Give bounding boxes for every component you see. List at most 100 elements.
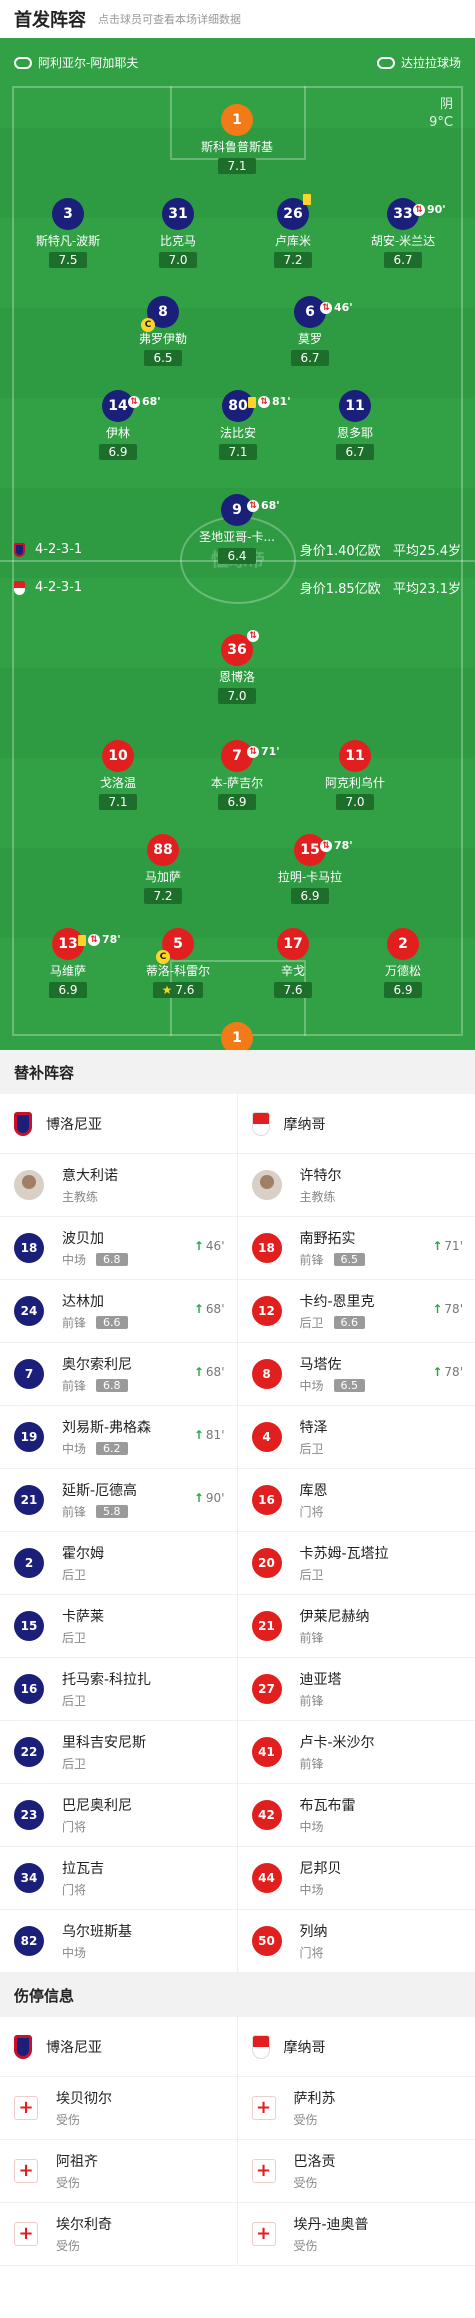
- sub-player-row[interactable]: 18 南野拓实 前锋 6.5 ↑ 71': [237, 1217, 475, 1280]
- sub-player-rating: 5.8: [96, 1505, 128, 1518]
- away-player[interactable]: 10 戈洛温 7.1: [58, 740, 178, 810]
- sub-number-badge: 16: [251, 1485, 282, 1515]
- home-player[interactable]: 1 斯科鲁普斯基 7.1: [177, 104, 297, 174]
- sub-player-row[interactable]: 50 列纳 门将: [237, 1910, 475, 1973]
- sub-player-meta: 门将: [62, 1881, 223, 1898]
- home-player[interactable]: 8 C 弗罗伊勒 6.5: [103, 296, 223, 366]
- sub-player-row[interactable]: 2 霍尔姆 后卫: [0, 1532, 237, 1595]
- injury-row[interactable]: + 埃尔利奇 受伤: [0, 2203, 237, 2266]
- sub-player-position: 门将: [62, 1820, 87, 1834]
- sub-player-meta: 后卫: [300, 1440, 462, 1457]
- sub-player-row[interactable]: 22 里科吉安尼斯 后卫: [0, 1721, 237, 1784]
- sub-player-meta: 中场 6.2: [62, 1440, 223, 1457]
- sub-player-row[interactable]: 21 伊莱尼赫纳 前锋: [237, 1595, 475, 1658]
- player-number-badge: 15 ⇅ 78': [294, 834, 353, 866]
- sub-player-row[interactable]: 4 特泽 后卫: [237, 1406, 475, 1469]
- captain-icon: C: [156, 950, 170, 964]
- sub-player-row[interactable]: 15 卡萨莱 后卫: [0, 1595, 237, 1658]
- sub-player-row[interactable]: 18 波贝加 中场 6.8 ↑ 46': [0, 1217, 237, 1280]
- away-team-row[interactable]: 摩纳哥: [237, 1094, 475, 1154]
- sub-player-name: 列纳: [299, 1924, 328, 1940]
- player-rating: 6.7: [336, 444, 374, 460]
- home-player[interactable]: 33 ⇅ 90' 胡安-米兰达 6.7: [343, 198, 463, 268]
- medical-cross-icon: +: [251, 2096, 276, 2120]
- away-player[interactable]: 13 ⇅ 78' 马维萨 6.9: [8, 928, 128, 998]
- whistle-icon: [14, 57, 32, 69]
- sub-player-position: 中场: [62, 1946, 87, 1960]
- sub-player-row[interactable]: 42 布瓦布雷 中场: [237, 1784, 475, 1847]
- home-player[interactable]: 26 卢库米 7.2: [233, 194, 353, 268]
- player-rating-value: 7.6: [175, 983, 195, 997]
- lineup-header: 首发阵容 点击球员可查看本场详细数据: [0, 0, 475, 38]
- away-injury-team-row[interactable]: 摩纳哥: [237, 2017, 475, 2077]
- home-player[interactable]: 11 恩多耶 6.7: [295, 390, 415, 460]
- sub-player-meta: 中场 6.8: [62, 1251, 223, 1268]
- sub-player-row[interactable]: 16 托马索-科拉扎 后卫: [0, 1658, 237, 1721]
- injury-row[interactable]: + 巴洛贡 受伤: [237, 2140, 475, 2203]
- sub-player-row[interactable]: 16 库恩 门将: [237, 1469, 475, 1532]
- player-name: 胡安-米兰达: [370, 234, 436, 248]
- away-value: 身价1.85亿欧: [299, 582, 381, 597]
- player-rating: 7.5: [49, 252, 87, 268]
- home-player[interactable]: 31 比克马 7.0: [118, 198, 238, 268]
- star-icon: ★: [161, 983, 173, 997]
- injury-row[interactable]: + 萨利苏 受伤: [237, 2077, 475, 2140]
- away-player[interactable]: 17 辛戈 7.6: [233, 928, 353, 998]
- sub-player-row[interactable]: 24 达林加 前锋 6.6 ↑ 68': [0, 1280, 237, 1343]
- sub-player-row[interactable]: 19 刘易斯-弗格森 中场 6.2 ↑ 81': [0, 1406, 237, 1469]
- away-player[interactable]: 36 ⇅ 恩博洛 7.0: [177, 630, 297, 704]
- substitution-icon: ⇅: [247, 500, 259, 512]
- away-coach-row[interactable]: 许特尔 主教练: [237, 1154, 475, 1217]
- away-player[interactable]: 11 阿克利乌什 7.0: [295, 740, 415, 810]
- sub-player-row[interactable]: 27 迪亚塔 前锋: [237, 1658, 475, 1721]
- sub-player-row[interactable]: 7 奥尔索利尼 前锋 6.8 ↑ 68': [0, 1343, 237, 1406]
- sub-player-meta: 门将: [62, 1818, 223, 1835]
- player-rating: 7.0: [336, 794, 374, 810]
- sub-player-row[interactable]: 8 马塔佐 中场 6.5 ↑ 78': [237, 1343, 475, 1406]
- player-name: 阿克利乌什: [324, 776, 385, 790]
- home-coach-row[interactable]: 意大利诺 主教练: [0, 1154, 237, 1217]
- player-rating-value: 6.9: [58, 983, 78, 997]
- away-player[interactable]: 15 ⇅ 78' 拉明-卡马拉 6.9: [250, 834, 370, 904]
- sub-player-row[interactable]: 21 延斯-厄德高 前锋 5.8 ↑ 90': [0, 1469, 237, 1532]
- player-rating-value: 6.9: [393, 983, 413, 997]
- sub-player-row[interactable]: 20 卡苏姆-瓦塔拉 后卫: [237, 1532, 475, 1595]
- medical-cross-icon: +: [251, 2159, 276, 2183]
- home-player[interactable]: 3 斯特凡-波斯 7.5: [8, 198, 128, 268]
- sub-player-row[interactable]: 34 拉瓦吉 门将: [0, 1847, 237, 1910]
- player-rating: 7.2: [144, 888, 182, 904]
- home-player[interactable]: 14 ⇅ 68' 伊林 6.9: [58, 390, 178, 460]
- injury-row[interactable]: + 阿祖齐 受伤: [0, 2140, 237, 2203]
- away-player[interactable]: 7 ⇅ 71' 本-萨吉尔 6.9: [177, 740, 297, 810]
- sub-player-row[interactable]: 12 卡约-恩里克 后卫 6.6 ↑ 78': [237, 1280, 475, 1343]
- monaco-badge-icon: [14, 580, 25, 595]
- injury-row[interactable]: + 埃丹-迪奥普 受伤: [237, 2203, 475, 2266]
- home-player[interactable]: 80 ⇅ 81' 法比安 7.1: [178, 390, 298, 460]
- away-player[interactable]: 1马耶茨基7.0: [177, 1022, 297, 1050]
- sub-number-badge: 21: [251, 1611, 282, 1641]
- home-player[interactable]: 9 ⇅ 68' 圣地亚哥-卡... 6.4: [177, 494, 297, 564]
- sub-in-arrow-icon: ↑: [193, 1428, 204, 1442]
- home-player[interactable]: 6 ⇅ 46' 莫罗 6.7: [250, 296, 370, 366]
- substitution-icon: ⇅: [128, 396, 140, 408]
- sub-player-meta: 前锋: [300, 1629, 462, 1646]
- sub-player-row[interactable]: 23 巴尼奥利尼 门将: [0, 1784, 237, 1847]
- sub-in-time: ↑ 81': [194, 1428, 225, 1442]
- sub-player-row[interactable]: 44 尼邦贝 中场: [237, 1847, 475, 1910]
- away-player[interactable]: 88 马加萨 7.2: [103, 834, 223, 904]
- referee-name: 阿利亚尔-阿加耶夫: [38, 55, 139, 70]
- sub-player-rating: 6.8: [96, 1379, 128, 1392]
- away-player[interactable]: 5 C 蒂洛-科雷尔 ★ 7.6: [118, 928, 238, 998]
- home-injuries-column: 博洛尼亚 + 埃贝彻尔 受伤 + 阿祖齐 受伤 + 埃尔利奇 受伤: [0, 2017, 238, 2266]
- away-subs-column: 摩纳哥 许特尔 主教练 18 南野拓实 前锋 6.5 ↑ 71' 12 卡约-恩里克 后卫 6.6…: [237, 1094, 475, 1973]
- sub-player-row[interactable]: 41 卢卡-米沙尔 前锋: [237, 1721, 475, 1784]
- venue-name: 达拉拉球场: [400, 55, 461, 70]
- sub-player-row[interactable]: 82 乌尔班斯基 中场: [0, 1910, 237, 1973]
- away-player[interactable]: 2 万德松 6.9: [343, 928, 463, 998]
- home-team-row[interactable]: 博洛尼亚: [0, 1094, 237, 1154]
- injury-info: 埃尔利奇 受伤: [56, 2214, 223, 2254]
- sub-number-badge: 2: [14, 1548, 44, 1578]
- player-number: 14: [108, 398, 128, 414]
- home-injury-team-row[interactable]: 博洛尼亚: [0, 2017, 237, 2077]
- injury-row[interactable]: + 埃贝彻尔 受伤: [0, 2077, 237, 2140]
